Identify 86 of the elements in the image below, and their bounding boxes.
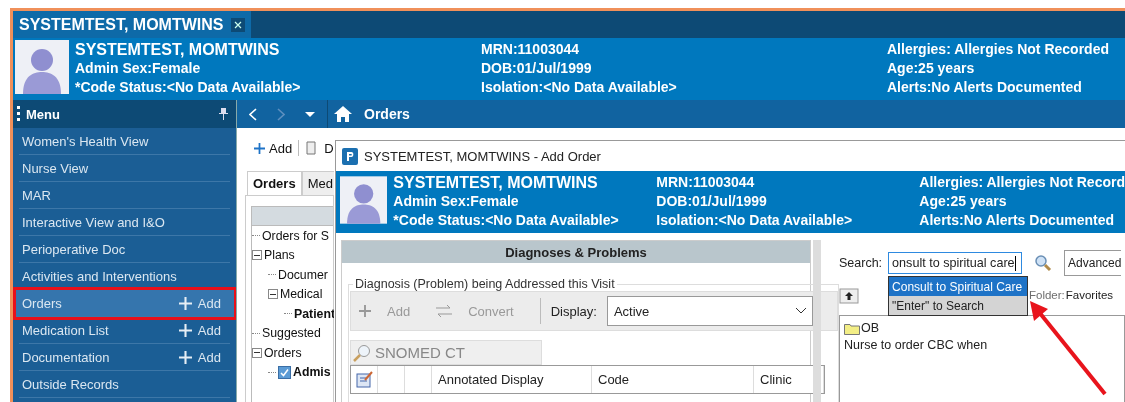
menu-item[interactable]: Orders Add — [16, 290, 234, 317]
home-icon[interactable] — [334, 106, 352, 122]
alerts-status: Alerts:No Alerts Documented — [919, 211, 1116, 230]
isolation-status: Isolation:<No Data Available> — [481, 78, 678, 97]
close-icon[interactable] — [234, 20, 243, 29]
suggestion-item[interactable]: Consult to Spiritual Care — [889, 277, 1028, 296]
add-button[interactable]: Add — [254, 140, 293, 156]
convert-icon — [436, 305, 453, 317]
search-tab[interactable]: SNOMED CT — [350, 340, 542, 365]
expander-icon[interactable] — [268, 289, 278, 300]
group-label: Diagnosis (Problem) being Addressed this Visit — [354, 277, 616, 291]
allergies-status: Allergies: Allergies Not Record — [919, 173, 1125, 192]
tree-item[interactable]: Documer — [278, 267, 328, 282]
tree-item[interactable]: Admis — [293, 365, 331, 380]
display-label: Display: — [550, 303, 597, 319]
expander-icon[interactable] — [252, 347, 262, 358]
app-icon — [342, 147, 358, 165]
patient-dob: DOB:01/Jul/1999 — [481, 59, 593, 78]
add-link[interactable]: Add — [178, 322, 221, 338]
patient-dob: DOB:01/Jul/1999 — [656, 192, 768, 211]
folder-label: Folder: — [1029, 289, 1065, 301]
folder-name: Favorites — [1065, 289, 1114, 301]
pin-icon[interactable] — [219, 108, 228, 120]
patient-name: SYSTEMTEST, MOMTWINS — [75, 40, 281, 59]
avatar-icon — [340, 173, 388, 227]
tree-item[interactable]: Medical — [280, 287, 323, 302]
toolbar-label: D — [324, 140, 334, 156]
suggestion-item[interactable]: "Enter" to Search — [889, 296, 1028, 315]
chevron-icon — [795, 308, 806, 314]
folder-icon — [844, 322, 860, 335]
tree-item[interactable]: Orders for S — [262, 228, 329, 243]
menu-item[interactable]: Women's Health View — [19, 128, 230, 155]
edit-note-icon — [355, 371, 373, 388]
patient-name: SYSTEMTEST, MOMTWINS — [393, 173, 599, 192]
menu-item[interactable]: Perioperative Doc — [19, 236, 230, 263]
patient-age: Age:25 years — [919, 192, 1008, 211]
folder-item[interactable]: OB — [844, 320, 1120, 337]
avatar-icon — [15, 40, 69, 94]
menu-item[interactable]: Nurse View — [19, 155, 230, 182]
dropdown-icon[interactable] — [305, 111, 315, 117]
menu-item[interactable]: Interactive View and I&O — [19, 209, 230, 236]
up-folder-icon[interactable] — [839, 286, 859, 304]
column-header: Annotated Display — [432, 366, 592, 393]
patient-sex: Admin Sex:Female — [393, 192, 520, 211]
patient-mrn: MRN:11003044 — [656, 173, 756, 192]
patient-tab[interactable]: SYSTEMTEST, MOMTWINS — [13, 11, 252, 38]
menu-item[interactable]: Outside Records — [19, 371, 230, 398]
order-item[interactable]: Nurse to order CBC when — [844, 337, 1120, 354]
plus-icon — [254, 142, 265, 154]
menu-item[interactable]: MAR — [19, 182, 230, 209]
patient-age: Age:25 years — [887, 59, 976, 78]
plus-icon — [359, 305, 371, 317]
allergies-status: Allergies: Allergies Not Recorded — [887, 40, 1109, 59]
plus-icon — [178, 296, 192, 310]
add-link[interactable]: Add — [178, 295, 221, 311]
plus-icon — [178, 350, 192, 364]
grip-icon — [17, 106, 20, 122]
isolation-status: Isolation:<No Data Available> — [656, 211, 854, 230]
patient-sex: Admin Sex:Female — [75, 59, 202, 78]
add-link[interactable]: Add — [178, 349, 221, 365]
dialog-title: SYSTEMTEST, MOMTWINS - Add Order — [364, 148, 601, 164]
back-icon[interactable] — [249, 107, 257, 121]
orders-tab[interactable]: Med — [301, 171, 334, 195]
section-header: Diagnoses & Problems — [342, 241, 810, 263]
expander-icon[interactable] — [252, 250, 262, 261]
page-title: Orders — [364, 106, 410, 122]
menu-item[interactable]: Medication List Add — [19, 317, 230, 344]
search-icon[interactable] — [1034, 254, 1053, 272]
alerts-status: Alerts:No Alerts Documented — [887, 78, 1083, 97]
plus-icon — [178, 323, 192, 337]
menu-item[interactable]: Documentation Add — [19, 344, 230, 371]
patient-mrn: MRN:11003044 — [481, 40, 581, 59]
tree-item[interactable]: Plans — [264, 248, 295, 263]
orders-tab[interactable]: Orders — [247, 171, 302, 195]
checkbox[interactable] — [278, 365, 291, 379]
search-label: Search: — [839, 256, 883, 270]
tree-item[interactable]: Patient — [294, 306, 334, 321]
tree-item[interactable]: Orders — [264, 345, 302, 360]
tree-item[interactable]: Suggested — [262, 326, 321, 341]
magnifier-icon — [353, 343, 371, 362]
display-select[interactable]: Active — [606, 296, 813, 326]
advanced-select[interactable]: Advanced — [1064, 250, 1122, 276]
code-status: *Code Status:<No Data Available> — [393, 211, 620, 230]
column-header: Code — [592, 366, 754, 393]
code-status: *Code Status:<No Data Available> — [75, 78, 302, 97]
menu-title: Menu — [26, 106, 61, 122]
